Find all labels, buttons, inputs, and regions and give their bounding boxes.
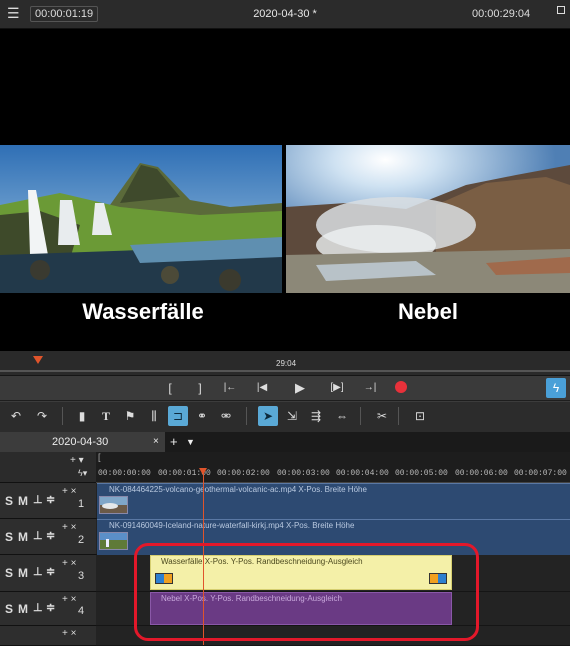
fog-preview-image [286,145,570,293]
mute-button[interactable]: M [18,530,28,544]
track-header-5: + × [0,626,96,646]
select-pointer-icon[interactable]: ➤ [258,406,278,426]
track-height-icon[interactable]: ≑ [46,601,55,614]
solo-button[interactable]: S [5,566,13,580]
export-insert-icon[interactable]: ⊡ [410,406,430,426]
clip-label: NK-091460049-Iceland-nature-waterfall-ki… [109,521,355,530]
cut-scissors-icon[interactable]: ✂ [372,406,392,426]
mute-button[interactable]: M [18,566,28,580]
playhead-marker-icon[interactable] [199,468,207,475]
split-clip-icon[interactable]: ⫼ [144,406,164,426]
waterfall-preview-image [0,145,282,293]
ruler-label: 00:00:03:00 [277,469,330,478]
ruler-label: 00:00:02:00 [217,469,270,478]
delete-icon[interactable]: ▮ [72,406,92,426]
preview-caption-right: Nebel [398,299,458,324]
total-duration: 00:00:29:04 [472,8,531,20]
range-select-icon[interactable]: ⇲ [282,406,302,426]
track-header-4: S M ⊥ ≑ + × 4 [0,592,96,626]
ruler-label: 00:00:04:00 [336,469,389,478]
clip-thumbnail [99,496,128,514]
track-header-controls: + ▾ ϟ▾ [0,452,96,483]
track-header-2: S M ⊥ ≑ + × 2 [0,519,96,555]
track-header-1: S M ⊥ ≑ + × 1 [0,483,96,519]
link-icon[interactable]: ⚭ [192,406,212,426]
record-button[interactable] [395,381,407,393]
previous-frame-button[interactable]: |◀ [250,376,274,400]
next-frame-button[interactable]: [▶] [325,376,349,400]
solo-button[interactable]: S [5,602,13,616]
track-height-icon[interactable]: ≑ [46,565,55,578]
timeline-ruler[interactable] [96,452,570,483]
magnet-snap-icon[interactable]: ⊐ [168,406,188,426]
tab-close-icon[interactable]: × [153,432,159,452]
track-add-icon[interactable]: + × [62,522,76,533]
track-height-icon[interactable]: ≑ [46,493,55,506]
tab-menu-chevron-icon[interactable]: ▼ [186,432,195,452]
video-clip[interactable]: NK-084464225-volcano-geothermal-volcanic… [97,483,570,519]
position-time-label: 29:04 [276,359,297,368]
undo-icon[interactable]: ↶ [6,406,26,426]
set-in-point-button[interactable]: [ [158,376,182,400]
track-height-icon[interactable]: ≑ [46,529,55,542]
highlight-annotation [134,543,479,641]
performance-mode-icon[interactable]: ϟ [546,378,566,398]
track-add-icon[interactable]: + × [62,558,76,569]
position-track[interactable] [0,370,570,372]
lock-icon[interactable]: ⊥ [33,601,43,614]
preview-monitor: Wasserfälle Nebel [0,29,570,351]
track-header-3: S M ⊥ ≑ + × 3 [0,555,96,592]
mute-button[interactable]: M [18,602,28,616]
title-text-icon[interactable]: T [96,406,116,426]
next-marker-button[interactable]: →| [358,376,382,400]
previous-marker-button[interactable]: |← [218,376,242,400]
mute-button[interactable]: M [18,494,28,508]
toolbar-divider [246,407,247,425]
clip-thumbnail [99,532,128,550]
lock-icon[interactable]: ⊥ [33,529,43,542]
maximize-icon[interactable] [557,6,565,14]
tab-project-label: 2020-04-30 [52,436,109,448]
track-number: 2 [78,534,85,546]
marker-flag-icon[interactable]: ⚑ [120,406,140,426]
lock-icon[interactable]: ⊥ [33,565,43,578]
track-add-icon[interactable]: + × [62,594,76,605]
preview-caption-left: Wasserfälle [82,299,204,324]
tab-project[interactable]: 2020-04-30 × [0,432,165,452]
stretch-icon[interactable]: ⇔ [332,406,352,426]
toolbar-divider [62,407,63,425]
solo-button[interactable]: S [5,530,13,544]
add-tab-button[interactable]: + [170,432,178,452]
multi-select-icon[interactable]: ⇶ [306,406,326,426]
solo-button[interactable]: S [5,494,13,508]
ruler-range-bracket: [ [98,452,101,462]
add-track-icon[interactable]: + ▾ [70,455,84,466]
ruler-label: 00:00:05:00 [395,469,448,478]
track-number: 1 [78,498,85,510]
track-add-icon[interactable]: + × [62,486,76,497]
ruler-label: 00:00:06:00 [455,469,508,478]
unlink-icon[interactable]: ⚮ [216,406,236,426]
redo-icon[interactable]: ↷ [32,406,52,426]
ruler-label: 00:00:00:00 [98,469,151,478]
track-number: 3 [78,570,85,582]
toolbar-divider [398,407,399,425]
transport-bar [0,376,570,400]
set-out-point-button[interactable]: ] [188,376,212,400]
track-add-icon[interactable]: + × [62,628,76,639]
lock-icon[interactable]: ⊥ [33,493,43,506]
play-button[interactable]: ▶ [288,376,312,400]
position-marker-icon[interactable] [33,356,43,364]
track-number: 4 [78,605,85,617]
ruler-label: 00:00:07:00 [514,469,567,478]
toolbar-divider [360,407,361,425]
clip-label: NK-084464225-volcano-geothermal-volcanic… [109,485,367,494]
lightning-icon[interactable]: ϟ▾ [78,468,87,479]
